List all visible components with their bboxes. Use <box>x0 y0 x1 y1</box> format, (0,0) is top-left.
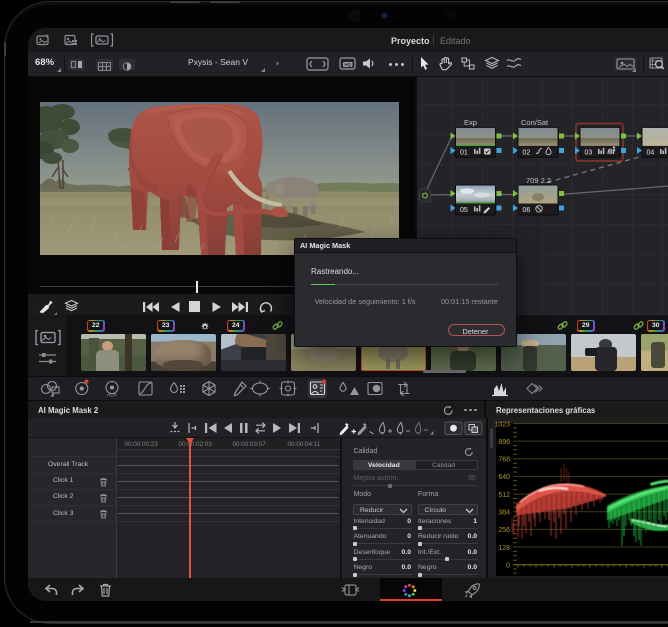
svg-text:1023: 1023 <box>494 421 510 428</box>
svg-text:640: 640 <box>498 474 510 481</box>
svg-text:768: 768 <box>498 456 510 463</box>
svg-text:0: 0 <box>506 562 510 569</box>
svg-text:512: 512 <box>498 491 510 498</box>
svg-text:06: 06 <box>523 206 531 213</box>
svg-text:Con/Sat: Con/Sat <box>521 118 549 127</box>
svg-text:02: 02 <box>523 149 531 156</box>
svg-text:03: 03 <box>585 149 593 156</box>
svg-text:04: 04 <box>647 149 655 156</box>
svg-text:709 2.2: 709 2.2 <box>526 176 551 185</box>
svg-text:01: 01 <box>460 149 468 156</box>
svg-text:HDR: HDR <box>107 393 117 398</box>
svg-text:384: 384 <box>498 509 510 516</box>
svg-text:256: 256 <box>498 527 510 534</box>
svg-text:05: 05 <box>460 206 468 213</box>
svg-text:Exp: Exp <box>464 118 477 127</box>
svg-text:896: 896 <box>498 438 510 445</box>
svg-text:128: 128 <box>498 544 510 551</box>
svg-text:HQ: HQ <box>345 62 352 67</box>
